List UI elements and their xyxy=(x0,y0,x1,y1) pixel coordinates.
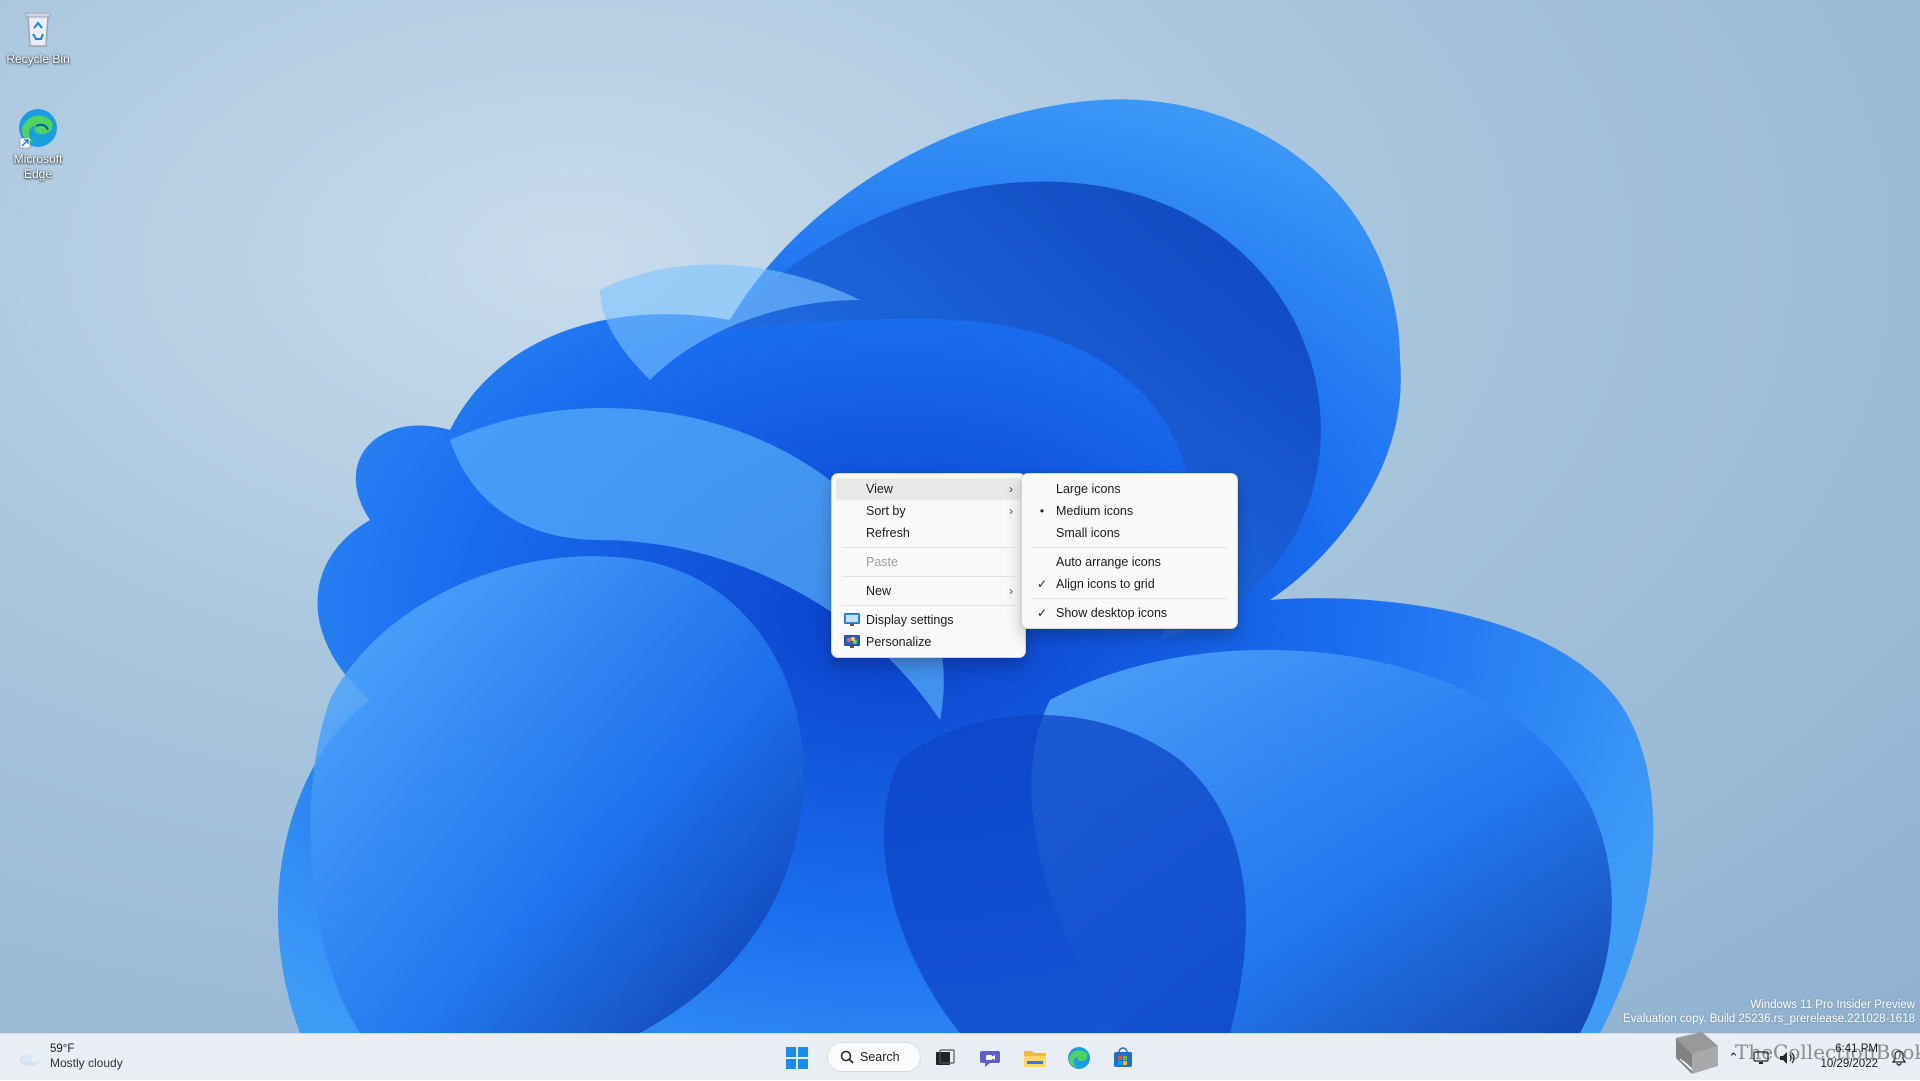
menu-item-refresh[interactable]: Refresh xyxy=(836,522,1021,544)
file-explorer-icon xyxy=(1024,1050,1046,1067)
menu-separator xyxy=(842,576,1015,577)
submenu-item-large-icons[interactable]: Large icons xyxy=(1026,478,1233,500)
menu-separator xyxy=(842,605,1015,606)
submenu-item-small-icons[interactable]: Small icons xyxy=(1026,522,1233,544)
menu-item-sort-by-label: Sort by xyxy=(866,504,906,518)
weather-widget[interactable]: 59°F Mostly cloudy xyxy=(18,1042,123,1071)
view-submenu: Large icons • Medium icons Small icons A… xyxy=(1021,473,1238,629)
desktop-icon-recycle-bin[interactable]: Recycle Bin xyxy=(0,6,76,67)
start-icon xyxy=(786,1046,808,1069)
build-watermark: Windows 11 Pro Insider Preview Evaluatio… xyxy=(1623,998,1915,1026)
weather-condition: Mostly cloudy xyxy=(50,1056,123,1070)
submenu-item-large-icons-label: Large icons xyxy=(1056,482,1121,496)
submenu-item-align-to-grid-label: Align icons to grid xyxy=(1056,577,1155,591)
watermark-line-2: Evaluation copy. Build 25236.rs_prerelea… xyxy=(1623,1013,1915,1025)
menu-item-display-settings-label: Display settings xyxy=(866,613,954,627)
edge-label: Microsoft Edge xyxy=(13,152,63,181)
display-settings-icon xyxy=(844,613,860,626)
menu-item-display-settings[interactable]: Display settings xyxy=(836,609,1021,631)
teams-chat-icon xyxy=(980,1050,1000,1067)
desktop-context-menu: View › Sort by › Refresh Paste New › Dis… xyxy=(831,473,1026,658)
submenu-item-show-desktop-icons-label: Show desktop icons xyxy=(1056,606,1168,620)
menu-item-paste: Paste xyxy=(836,551,1021,573)
checkmark-icon: ✓ xyxy=(1036,606,1048,620)
task-view-icon xyxy=(936,1048,955,1065)
search-label: Search xyxy=(860,1050,900,1064)
submenu-item-auto-arrange[interactable]: Auto arrange icons xyxy=(1026,551,1233,573)
recycle-bin-icon xyxy=(25,12,51,47)
submenu-item-show-desktop-icons[interactable]: ✓ Show desktop icons xyxy=(1026,602,1233,624)
store-button[interactable] xyxy=(1106,1041,1140,1074)
edge-icon xyxy=(19,109,57,149)
start-button[interactable] xyxy=(780,1041,814,1074)
menu-item-refresh-label: Refresh xyxy=(866,526,910,540)
desktop-icon-edge[interactable]: Microsoft Edge xyxy=(0,106,76,182)
watermark-line-1: Windows 11 Pro Insider Preview xyxy=(1750,999,1915,1011)
menu-item-personalize-label: Personalize xyxy=(866,635,932,649)
task-view-button[interactable] xyxy=(928,1041,962,1074)
menu-separator xyxy=(1032,547,1227,548)
personalize-icon xyxy=(844,635,860,648)
menu-item-new-label: New xyxy=(866,584,892,598)
overlay-watermark-text: TheCollectionBook xyxy=(1735,1040,1920,1064)
submenu-item-small-icons-label: Small icons xyxy=(1056,526,1120,540)
chevron-right-icon: › xyxy=(1009,504,1013,518)
file-explorer-button[interactable] xyxy=(1018,1041,1052,1074)
menu-item-new[interactable]: New › xyxy=(836,580,1021,602)
store-icon xyxy=(1114,1046,1132,1067)
edge-icon xyxy=(1068,1046,1090,1069)
submenu-item-align-to-grid[interactable]: ✓ Align icons to grid xyxy=(1026,573,1233,595)
checkmark-icon: ✓ xyxy=(1036,577,1048,591)
cloud-icon xyxy=(20,1049,42,1066)
menu-item-personalize[interactable]: Personalize xyxy=(836,631,1021,653)
taskbar-search[interactable]: Search xyxy=(827,1042,921,1072)
menu-item-view-label: View xyxy=(866,482,893,496)
recycle-bin-label: Recycle Bin xyxy=(6,52,70,66)
taskbar: 59°F Mostly cloudy Search ⌃ 6:41 PM 10/2… xyxy=(0,1033,1920,1080)
menu-separator xyxy=(1032,598,1227,599)
submenu-item-medium-icons-label: Medium icons xyxy=(1056,504,1134,518)
radio-dot-icon: • xyxy=(1039,504,1045,518)
chevron-right-icon: › xyxy=(1009,584,1013,598)
weather-temp: 59°F xyxy=(50,1043,75,1055)
edge-taskbar-button[interactable] xyxy=(1062,1041,1096,1074)
teams-chat-button[interactable] xyxy=(974,1041,1008,1074)
menu-separator xyxy=(842,547,1015,548)
search-icon xyxy=(840,1050,854,1064)
menu-item-paste-label: Paste xyxy=(866,555,898,569)
submenu-item-medium-icons[interactable]: • Medium icons xyxy=(1026,500,1233,522)
chevron-right-icon: › xyxy=(1009,482,1013,496)
book-logo-icon xyxy=(1676,1032,1718,1074)
desktop[interactable]: Recycle Bin Microsoft Edge View › Sort b… xyxy=(0,0,1920,1033)
submenu-item-auto-arrange-label: Auto arrange icons xyxy=(1056,555,1161,569)
menu-item-view[interactable]: View › xyxy=(836,478,1021,500)
menu-item-sort-by[interactable]: Sort by › xyxy=(836,500,1021,522)
